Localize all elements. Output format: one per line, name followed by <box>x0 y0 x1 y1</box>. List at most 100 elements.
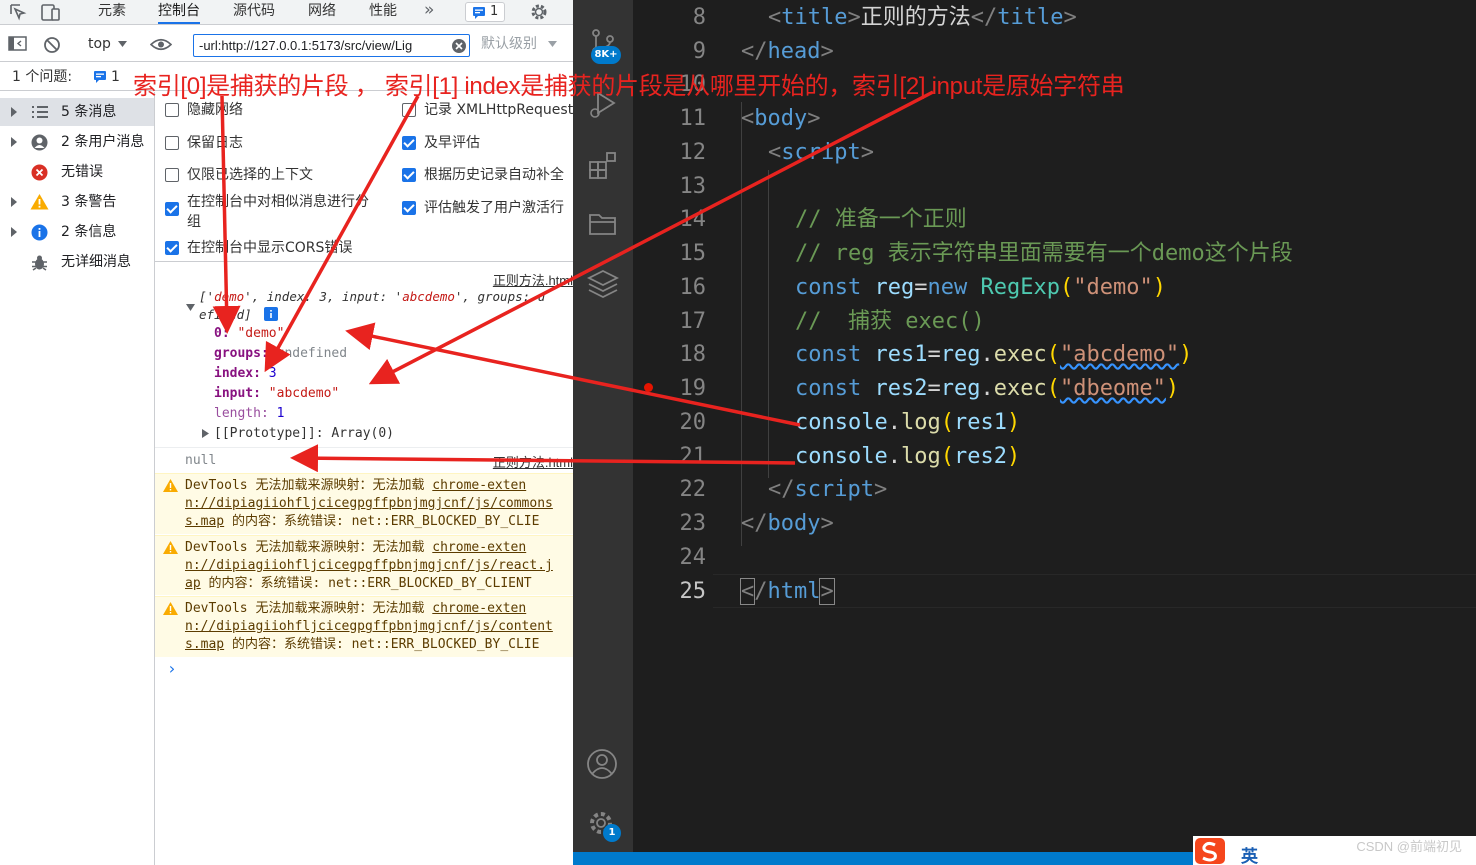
tab-network[interactable]: 网络 <box>308 0 336 24</box>
clear-console-icon[interactable] <box>43 36 61 54</box>
inspect-element-icon[interactable] <box>9 3 27 21</box>
array-summary[interactable]: ['demo', index: 3, input: 'abcdemo', gro… <box>199 287 545 307</box>
sidebar-item-warnings[interactable]: 3 条警告 <box>0 188 154 216</box>
prototype-row[interactable]: [[Prototype]]: Array(0) <box>214 424 394 444</box>
line-number: 13 <box>679 174 707 199</box>
expand-arrow-icon[interactable] <box>11 107 17 117</box>
line-number: 17 <box>679 309 707 334</box>
source-map-link[interactable]: n://dipiagiiohfljcicegpgffpbnjmgjcnf/js/… <box>185 558 553 573</box>
warning-text: DevTools 无法加载来源映射：无法加载 <box>185 478 433 493</box>
prop-length: length: 1 <box>214 406 285 421</box>
line-number: 16 <box>679 275 707 300</box>
checkbox-box[interactable] <box>165 168 179 182</box>
line-number: 14 <box>679 207 707 232</box>
code-line-16: const reg=new RegExp("demo") <box>795 275 1166 300</box>
checkbox-label: 在控制台中对相似消息进行分 <box>187 194 369 210</box>
expand-arrow-icon[interactable] <box>11 137 17 147</box>
checkbox-box[interactable] <box>165 202 179 216</box>
issues-label: 1 个问题: <box>12 69 73 85</box>
layers-icon[interactable] <box>587 268 619 302</box>
sidebar-item-label: 2 条信息 <box>61 224 117 240</box>
vscode-window: 8K+ 1 8 9 10 11 12 13 14 15 16 17 18 19 … <box>573 0 1476 865</box>
checkbox-label: 记录 XMLHttpRequest <box>424 102 573 118</box>
code-line-17: // 捕获 exec() <box>795 309 985 334</box>
indent-guide <box>768 170 769 478</box>
more-tabs-icon[interactable]: » <box>424 0 434 24</box>
tab-console[interactable]: 控制台 <box>158 0 200 24</box>
source-map-link[interactable]: n://dipiagiiohfljcicegpgffpbnjmgjcnf/js/… <box>185 496 553 511</box>
tab-elements[interactable]: 元素 <box>98 0 126 24</box>
sidebar-item-label: 5 条消息 <box>61 104 117 120</box>
sidebar-item-info[interactable]: 2 条信息 <box>0 218 154 246</box>
tab-performance[interactable]: 性能 <box>369 0 397 24</box>
issues-counter-button[interactable]: 1 <box>465 2 505 22</box>
checkbox-box[interactable] <box>165 241 179 255</box>
prop-input: input: "abcdemo" <box>214 386 340 401</box>
warning-text: 的内容：系统错误: net::ERR_BLOCKED_BY_CLIE <box>224 637 540 652</box>
checkbox-box[interactable] <box>402 136 416 150</box>
sidebar-item-label: 3 条警告 <box>61 194 117 210</box>
expand-arrow-icon[interactable] <box>11 197 17 207</box>
checkbox-label: 及早评估 <box>424 135 480 151</box>
collapse-arrow-icon[interactable] <box>186 304 195 311</box>
indent-guide <box>741 102 742 546</box>
sidebar-item-user-messages[interactable]: 2 条用户消息 <box>0 128 154 156</box>
folder-icon[interactable] <box>588 211 618 237</box>
source-map-link[interactable]: chrome-exten <box>432 540 526 555</box>
message-icon <box>473 7 485 19</box>
clear-filter-icon[interactable] <box>451 38 467 54</box>
warning-text: 的内容：系统错误: net::ERR_BLOCKED_BY_CLIE <box>224 514 540 529</box>
device-toolbar-icon[interactable] <box>40 2 62 22</box>
issues-count: 1 <box>490 4 499 19</box>
sidebar-item-messages[interactable]: 5 条消息 <box>0 98 154 126</box>
source-map-link[interactable]: s.map <box>185 637 224 652</box>
tab-sources[interactable]: 源代码 <box>233 0 275 24</box>
filter-input[interactable]: -url:http://127.0.0.1:5173/src/view/Lig <box>193 34 470 57</box>
code-line-14: // 准备一个正则 <box>795 207 967 232</box>
sidebar-item-verbose[interactable]: 无详细消息 <box>0 248 154 276</box>
checkbox-label: 在控制台中显示CORS错误 <box>187 240 353 256</box>
checkbox-box[interactable] <box>402 103 416 117</box>
source-link[interactable]: 正则方法.html <box>493 452 573 471</box>
eye-icon[interactable] <box>150 38 172 51</box>
message-icon[interactable] <box>93 70 107 83</box>
console-settings-panel: 隐藏网络 记录 XMLHttpRequest 保留日志 及早评估 仅限已选择的上… <box>155 92 573 262</box>
account-icon[interactable] <box>586 748 618 780</box>
user-icon <box>31 134 48 151</box>
source-map-link[interactable]: chrome-exten <box>432 478 526 493</box>
sidebar-item-errors[interactable]: 无错误 <box>0 158 154 186</box>
checkbox-box[interactable] <box>402 201 416 215</box>
source-map-link[interactable]: s.map <box>185 514 224 529</box>
checkbox-box[interactable] <box>402 168 416 182</box>
checkbox-box[interactable] <box>165 103 179 117</box>
source-map-link[interactable]: ap <box>185 576 201 591</box>
code-editor[interactable]: 8 9 10 11 12 13 14 15 16 17 18 19 20 21 … <box>633 0 1476 852</box>
source-map-link[interactable]: n://dipiagiiohfljcicegpgffpbnjmgjcnf/js/… <box>185 619 553 634</box>
checkbox-label: 根据历史记录自动补全 <box>424 167 564 183</box>
console-prompt[interactable]: › <box>167 659 177 679</box>
line-number: 18 <box>679 342 707 367</box>
null-output: null <box>185 453 217 468</box>
checkbox-box[interactable] <box>165 136 179 150</box>
activity-bar: 8K+ 1 <box>573 0 633 852</box>
code-line-22: </script> <box>768 477 888 502</box>
issues-bar-count[interactable]: 1 <box>111 68 120 86</box>
prop-0: 0: "demo" <box>214 326 285 341</box>
log-level-selector[interactable]: 默认级别 <box>481 35 537 53</box>
devtools-panel: 元素 控制台 源代码 网络 性能 » 1 top 默认级别 -url:http:… <box>0 0 573 865</box>
expand-arrow-icon[interactable] <box>11 227 17 237</box>
line-number: 15 <box>679 241 707 266</box>
sidebar-item-label: 无错误 <box>61 164 103 180</box>
sidebar-item-label: 无详细消息 <box>61 254 131 270</box>
sogou-logo-icon[interactable] <box>1195 838 1225 864</box>
extensions-icon[interactable] <box>588 150 618 180</box>
code-line-20: console.log(res1) <box>795 410 1021 435</box>
info-icon[interactable] <box>264 307 278 321</box>
line-number: 12 <box>679 140 707 165</box>
ime-language[interactable]: 英 <box>1241 842 1258 865</box>
source-map-link[interactable]: chrome-exten <box>432 601 526 616</box>
context-selector[interactable]: top <box>88 35 111 53</box>
sidebar-toggle-icon[interactable] <box>8 36 28 52</box>
expand-arrow-icon[interactable] <box>202 429 209 438</box>
gear-icon[interactable] <box>529 2 549 22</box>
